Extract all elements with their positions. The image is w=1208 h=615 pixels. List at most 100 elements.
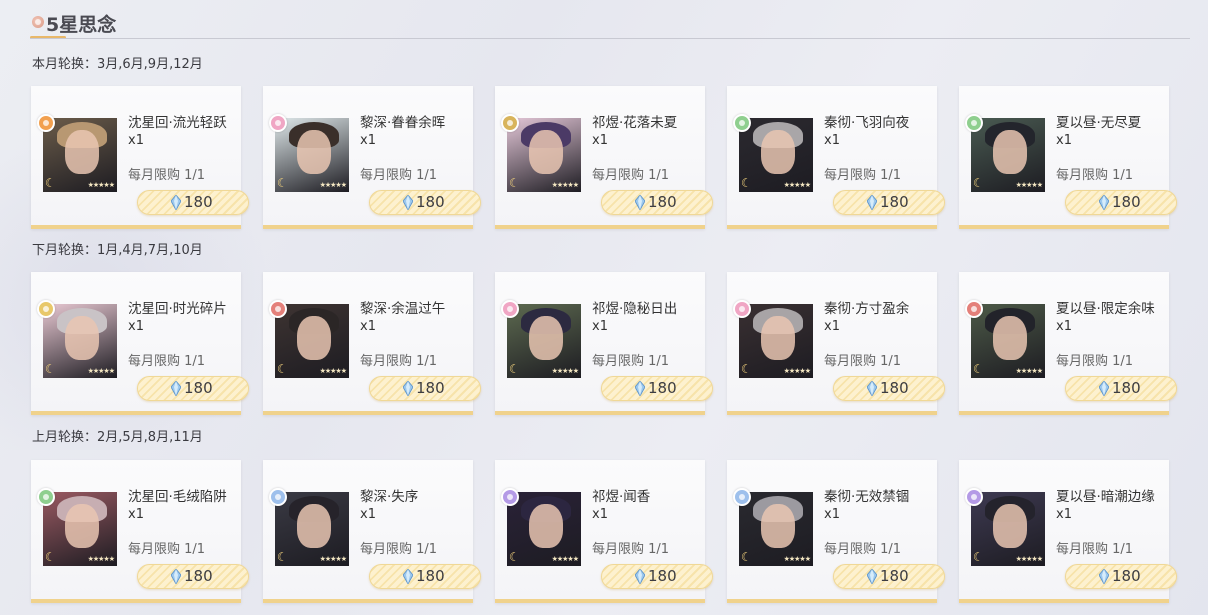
buy-button[interactable]: 180	[1065, 376, 1177, 401]
price-value: 180	[416, 379, 445, 397]
memory-card[interactable]: ☾ ★★★★★ 黎深·余温过午 x1 每月限购 1/1 180	[263, 272, 481, 415]
character-portrait: ☾ ★★★★★	[43, 304, 117, 378]
buy-button[interactable]: 180	[833, 376, 945, 401]
element-gem-icon	[269, 488, 287, 506]
buy-button[interactable]: 180	[1065, 564, 1177, 589]
item-quantity: x1	[1056, 319, 1072, 334]
buy-button[interactable]: 180	[369, 190, 481, 215]
item-name: 夏以昼·暗潮边缘	[1056, 489, 1155, 505]
memory-card[interactable]: ☾ ★★★★★ 黎深·眷眷余晖 x1 每月限购 1/1 180	[263, 86, 481, 229]
buy-button[interactable]: 180	[601, 190, 713, 215]
memory-card[interactable]: ☾ ★★★★★ 夏以昼·无尽夏 x1 每月限购 1/1 180	[959, 86, 1177, 229]
character-portrait: ☾ ★★★★★	[739, 304, 813, 378]
crystal-currency-icon	[171, 195, 181, 210]
item-quantity: x1	[824, 133, 840, 148]
item-quantity: x1	[824, 319, 840, 334]
price-value: 180	[880, 567, 909, 585]
moon-icon: ☾	[973, 362, 984, 376]
buy-button[interactable]: 180	[369, 376, 481, 401]
purchase-limit: 每月限购 1/1	[824, 542, 902, 557]
portrait-face	[993, 504, 1027, 548]
portrait-face	[993, 316, 1027, 360]
item-name: 夏以昼·限定余味	[1056, 301, 1155, 317]
element-gem-icon	[965, 114, 983, 132]
buy-button[interactable]: 180	[1065, 190, 1177, 215]
crystal-currency-icon	[867, 381, 877, 396]
element-gem-icon	[37, 114, 55, 132]
element-gem-icon	[965, 488, 983, 506]
purchase-limit: 每月限购 1/1	[128, 168, 206, 183]
five-star-rating-icon: ★★★★★	[551, 181, 579, 189]
item-quantity: x1	[592, 507, 608, 522]
memory-card[interactable]: ☾ ★★★★★ 秦彻·方寸盈余 x1 每月限购 1/1 180	[727, 272, 945, 415]
five-star-rating-icon: ★★★★★	[783, 555, 811, 563]
portrait-face	[993, 130, 1027, 174]
header-divider	[30, 38, 1190, 39]
character-portrait: ☾ ★★★★★	[739, 118, 813, 192]
portrait-face	[65, 316, 99, 360]
buy-button[interactable]: 180	[833, 190, 945, 215]
moon-icon: ☾	[277, 362, 288, 376]
moon-icon: ☾	[741, 362, 752, 376]
item-name: 祁煜·闻香	[592, 489, 651, 505]
moon-icon: ☾	[741, 550, 752, 564]
item-quantity: x1	[360, 507, 376, 522]
memory-card[interactable]: ☾ ★★★★★ 祁煜·隐秘日出 x1 每月限购 1/1 180	[495, 272, 713, 415]
memory-card[interactable]: ☾ ★★★★★ 沈星回·时光碎片 x1 每月限购 1/1 180	[31, 272, 249, 415]
element-gem-icon	[733, 114, 751, 132]
memory-card[interactable]: ☾ ★★★★★ 祁煜·闻香 x1 每月限购 1/1 180	[495, 460, 713, 603]
purchase-limit: 每月限购 1/1	[824, 168, 902, 183]
item-quantity: x1	[360, 133, 376, 148]
item-quantity: x1	[824, 507, 840, 522]
buy-button[interactable]: 180	[137, 190, 249, 215]
portrait-face	[529, 130, 563, 174]
character-portrait: ☾ ★★★★★	[507, 492, 581, 566]
memory-card[interactable]: ☾ ★★★★★ 秦彻·飞羽向夜 x1 每月限购 1/1 180	[727, 86, 945, 229]
character-portrait: ☾ ★★★★★	[971, 492, 1045, 566]
crystal-currency-icon	[403, 381, 413, 396]
section-label: 上月轮换：2月,5月,8月,11月	[32, 430, 203, 445]
card-bottom-accent	[263, 411, 473, 415]
buy-button[interactable]: 180	[369, 564, 481, 589]
memory-card[interactable]: ☾ ★★★★★ 黎深·失序 x1 每月限购 1/1 180	[263, 460, 481, 603]
card-bottom-accent	[959, 411, 1169, 415]
crystal-currency-icon	[867, 569, 877, 584]
purchase-limit: 每月限购 1/1	[360, 354, 438, 369]
portrait-face	[529, 316, 563, 360]
purchase-limit: 每月限购 1/1	[360, 168, 438, 183]
portrait-face	[761, 130, 795, 174]
section-label: 本月轮换：3月,6月,9月,12月	[32, 57, 203, 72]
card-bottom-accent	[727, 411, 937, 415]
card-bottom-accent	[31, 411, 241, 415]
buy-button[interactable]: 180	[833, 564, 945, 589]
memory-card[interactable]: ☾ ★★★★★ 祁煜·花落未夏 x1 每月限购 1/1 180	[495, 86, 713, 229]
crystal-currency-icon	[1099, 569, 1109, 584]
buy-button[interactable]: 180	[601, 376, 713, 401]
card-bottom-accent	[959, 599, 1169, 603]
card-bottom-accent	[495, 225, 705, 229]
portrait-face	[297, 504, 331, 548]
price-value: 180	[648, 567, 677, 585]
card-bottom-accent	[727, 225, 937, 229]
memory-card[interactable]: ☾ ★★★★★ 沈星回·流光轻跃 x1 每月限购 1/1 180	[31, 86, 249, 229]
item-quantity: x1	[128, 133, 144, 148]
five-star-rating-icon: ★★★★★	[1015, 181, 1043, 189]
card-bottom-accent	[31, 225, 241, 229]
card-bottom-accent	[727, 599, 937, 603]
memory-card[interactable]: ☾ ★★★★★ 沈星回·毛绒陷阱 x1 每月限购 1/1 180	[31, 460, 249, 603]
moon-icon: ☾	[509, 176, 520, 190]
element-gem-icon	[501, 488, 519, 506]
crystal-currency-icon	[403, 569, 413, 584]
memory-card[interactable]: ☾ ★★★★★ 秦彻·无效禁锢 x1 每月限购 1/1 180	[727, 460, 945, 603]
memory-card[interactable]: ☾ ★★★★★ 夏以昼·限定余味 x1 每月限购 1/1 180	[959, 272, 1177, 415]
item-name: 秦彻·飞羽向夜	[824, 115, 910, 131]
buy-button[interactable]: 180	[601, 564, 713, 589]
purchase-limit: 每月限购 1/1	[1056, 168, 1134, 183]
crystal-currency-icon	[635, 195, 645, 210]
price-value: 180	[648, 379, 677, 397]
memory-card[interactable]: ☾ ★★★★★ 夏以昼·暗潮边缘 x1 每月限购 1/1 180	[959, 460, 1177, 603]
buy-button[interactable]: 180	[137, 564, 249, 589]
buy-button[interactable]: 180	[137, 376, 249, 401]
five-star-rating-icon: ★★★★★	[551, 555, 579, 563]
purchase-limit: 每月限购 1/1	[128, 542, 206, 557]
